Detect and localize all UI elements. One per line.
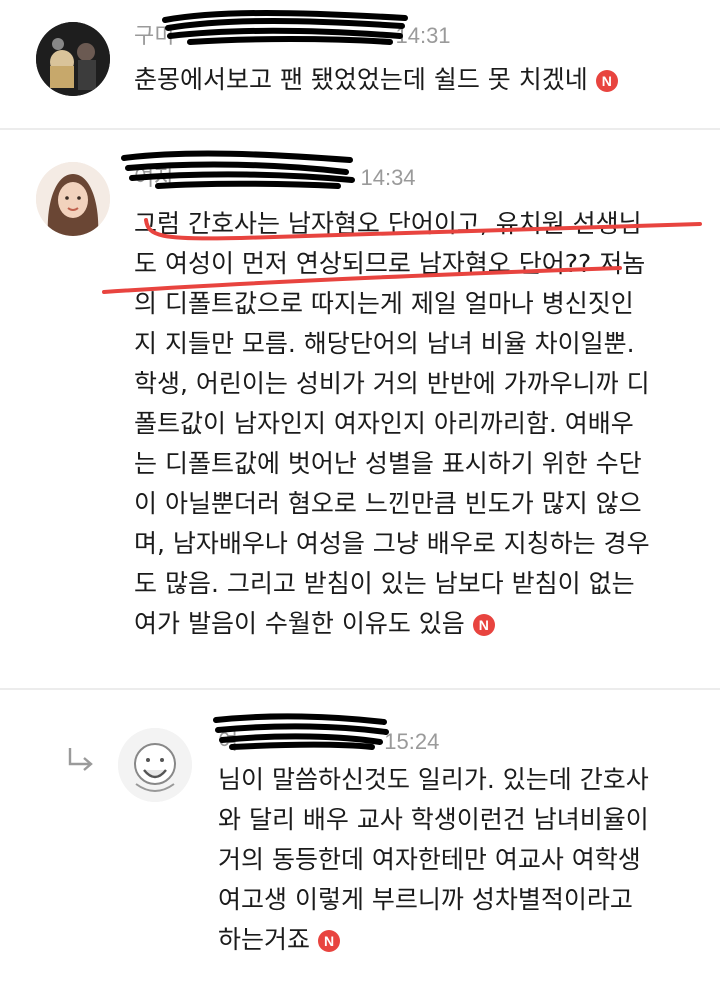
comment-line: 하는거죠 xyxy=(218,925,311,954)
avatar[interactable] xyxy=(36,22,110,96)
comment-line: 지 지들만 모름. 해당단어의 남녀 비율 차이일뿐. xyxy=(134,329,635,358)
comment-line: 와 달리 배우 교사 학생이런건 남녀비율이 xyxy=(218,805,649,834)
comment-meta: 구미 14:31 xyxy=(134,18,451,50)
timestamp: 14:31 xyxy=(395,23,451,48)
author-name[interactable]: 구미 xyxy=(134,23,174,48)
comment-line: 학생, 어린이는 성비가 거의 반반에 가까우니까 디 xyxy=(134,369,650,398)
avatar-smiley-icon xyxy=(118,728,192,802)
reply-arrow-icon xyxy=(68,748,93,771)
author-name[interactable]: 여자 xyxy=(134,165,174,190)
comment-line: 님이 말씀하신것도 일리가. 있는데 간호사 xyxy=(218,765,649,794)
comment-line: 도 여성이 먼저 연상되므로 남자혐오 단어?? 저놈 xyxy=(134,249,646,278)
avatar-photo-icon xyxy=(36,22,110,96)
comment-text: 춘몽에서보고 팬 됐었었는데 쉴드 못 치겠네 N xyxy=(134,60,694,100)
comment-1: 구미 14:31 춘몽에서보고 팬 됐었었는데 쉴드 못 치겠네 N xyxy=(0,0,720,128)
comment-line: 도 많음. 그리고 받침이 있는 남보다 받침이 없는 xyxy=(134,569,635,598)
comment-line-last: 하는거죠 N xyxy=(218,920,698,960)
comment-line: 는 디폴트값에 벗어난 성별을 표시하기 위한 수단 xyxy=(134,449,642,478)
comment-text: 그럼 간호사는 남자혐오 단어이고, 유치원 선생님 도 여성이 먼저 연상되므… xyxy=(134,204,714,644)
comment-3-reply: 여 15:24 님이 말씀하신것도 일리가. 있는데 간호사 와 달리 배우 교사… xyxy=(0,690,720,994)
comment-line: 거의 동등한데 여자한테만 여교사 여학생 xyxy=(218,845,641,874)
new-badge-icon: N xyxy=(595,70,618,92)
avatar-photo-icon xyxy=(36,162,110,236)
comment-line: 폴트값이 남자인지 여자인지 아리까리함. 여배우 xyxy=(134,409,634,438)
timestamp: 15:24 xyxy=(384,729,440,754)
comment-line: 여가 발음이 수월한 이유도 있음 xyxy=(134,609,465,638)
comment-line: 그럼 간호사는 남자혐오 단어이고, 유치원 선생님 xyxy=(134,209,642,238)
comment-line: 의 디폴트값으로 따지는게 제일 얼마나 병신짓인 xyxy=(134,289,634,318)
new-badge-icon: N xyxy=(472,614,495,636)
author-name[interactable]: 여 xyxy=(218,729,238,754)
comment-line: 며, 남자배우나 여성을 그냥 배우로 지칭하는 경우 xyxy=(134,529,650,558)
avatar[interactable] xyxy=(36,162,110,236)
comment-line: 이 아닐뿐더러 혐오로 느낀만큼 빈도가 많지 않으 xyxy=(134,489,642,518)
comment-2: 여자 14:34 그럼 간호사는 남자혐오 단어이고, 유치원 선생님 도 여성이… xyxy=(0,130,720,688)
avatar[interactable] xyxy=(118,728,192,802)
comment-text: 님이 말씀하신것도 일리가. 있는데 간호사 와 달리 배우 교사 학생이런건 … xyxy=(218,760,698,960)
comment-text-content: 춘몽에서보고 팬 됐었었는데 쉴드 못 치겠네 xyxy=(134,65,588,94)
comment-line: 여고생 이렇게 부르니까 성차별적이라고 xyxy=(218,885,633,914)
new-badge-icon: N xyxy=(318,930,341,952)
comment-meta: 여 15:24 xyxy=(218,724,439,756)
comment-meta: 여자 14:34 xyxy=(134,160,416,192)
comment-line-last: 여가 발음이 수월한 이유도 있음 N xyxy=(134,604,714,644)
timestamp: 14:34 xyxy=(360,165,416,190)
